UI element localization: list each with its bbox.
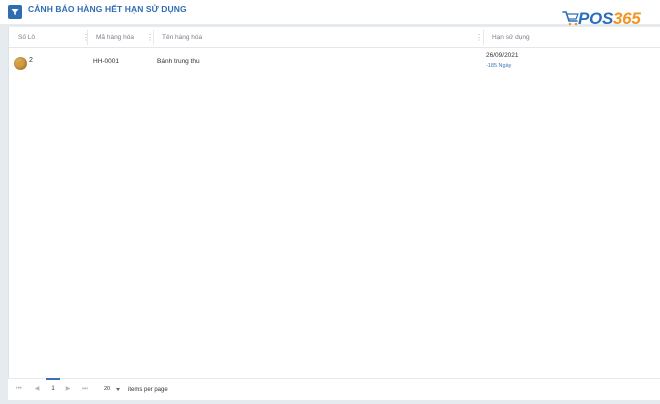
column-menu-icon[interactable]: ⋮ [82,34,90,42]
page-header: CẢNH BÁO HÀNG HẾT HẠN SỬ DỤNG [0,0,660,24]
table-row[interactable]: 2 HH-0001 Bánh trung thu 26/09/2021 -185… [9,49,660,79]
expiry-table-panel: Số Lô ⋮ Mã hàng hóa ⋮ Tên hàng hóa ⋮ Hạn… [8,27,660,398]
active-page-indicator [46,378,60,380]
filter-button[interactable] [8,5,22,19]
product-thumbnail [14,57,27,70]
column-header-expiry[interactable]: Hạn sử dụng [492,27,530,48]
column-header-code[interactable]: Mã hàng hóa [96,27,134,48]
items-per-page-label: items per page [128,387,168,393]
page-button-current[interactable]: 1 [48,383,58,395]
logo-number: 365 [613,9,641,28]
days-remaining: -185 Ngày [486,63,512,69]
filter-icon [11,9,19,15]
first-page-icon[interactable]: ⏮ [14,383,24,395]
column-divider[interactable] [483,30,484,45]
logo-prefix: POS [578,9,614,28]
next-page-icon[interactable]: ▶ [63,383,73,395]
chevron-down-icon[interactable] [116,388,120,391]
column-menu-icon[interactable]: ⋮ [475,34,483,42]
page-title: CẢNH BÁO HÀNG HẾT HẠN SỬ DỤNG [28,4,187,14]
table-header: Số Lô ⋮ Mã hàng hóa ⋮ Tên hàng hóa ⋮ Hạn… [9,27,660,48]
prev-page-icon[interactable]: ◀ [32,383,42,395]
column-divider[interactable] [87,30,88,45]
logo-text: POS365 [578,9,641,29]
pagination-bar: ⏮ ◀ 1 ▶ ⏭ 20 items per page [8,378,660,400]
page-size-select[interactable]: 20 [102,384,124,395]
lot-number: 2 [29,57,33,64]
column-header-name[interactable]: Tên hàng hóa [162,27,202,48]
product-name: Bánh trung thu [157,58,200,65]
product-code: HH-0001 [93,58,120,65]
column-header-lot[interactable]: Số Lô [18,27,35,48]
column-divider[interactable] [153,30,154,45]
last-page-icon[interactable]: ⏭ [80,383,90,395]
expiry-date: 26/09/2021 [486,52,519,59]
column-menu-icon[interactable]: ⋮ [146,34,154,42]
